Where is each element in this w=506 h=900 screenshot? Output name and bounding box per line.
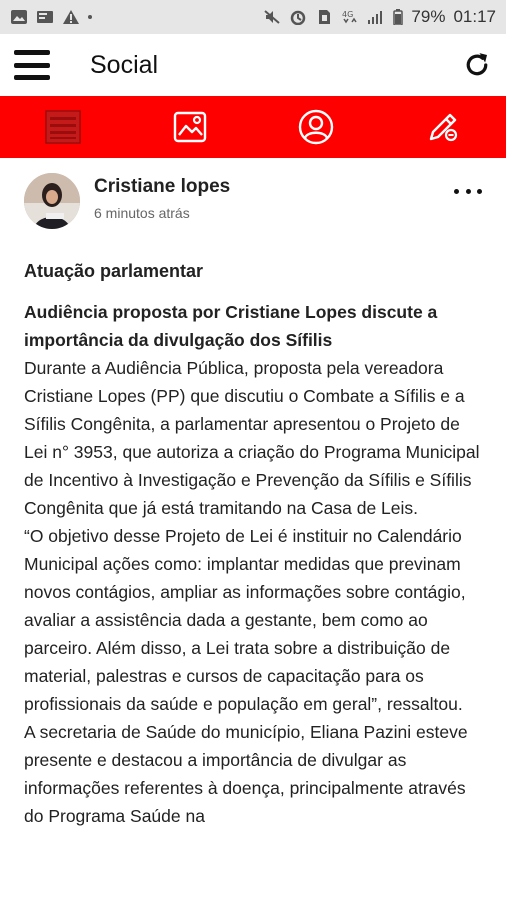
post-subheading: Audiência proposta por Cristiane Lopes d… xyxy=(24,302,438,350)
status-bar: 4G 79% 01:17 xyxy=(0,0,506,34)
notification-dot xyxy=(88,15,92,19)
more-options-icon[interactable] xyxy=(454,181,482,201)
tab-gallery[interactable] xyxy=(127,96,254,158)
post-paragraph-2: “O objetivo desse Projeto de Lei é insti… xyxy=(24,526,466,714)
refresh-icon[interactable] xyxy=(462,50,492,80)
mute-icon xyxy=(264,10,281,24)
status-left xyxy=(10,9,92,25)
page-title: Social xyxy=(90,50,159,79)
tab-feed[interactable] xyxy=(0,96,127,158)
post-timestamp: 6 minutos atrás xyxy=(94,204,190,221)
cast-icon xyxy=(37,11,53,23)
post-heading: Atuação parlamentar xyxy=(24,261,204,281)
avatar[interactable] xyxy=(24,173,80,229)
menu-icon[interactable] xyxy=(14,50,50,80)
signal-icon xyxy=(368,11,383,24)
post-paragraph-1: Durante a Audiência Pública, proposta pe… xyxy=(24,358,480,518)
sim-icon xyxy=(319,10,331,24)
image-icon xyxy=(11,10,27,24)
post-paragraph-3: A secretaria de Saúde do município, Elia… xyxy=(24,722,468,826)
post-card: Cristiane lopes 6 minutos atrás Atuação … xyxy=(0,158,506,900)
warning-icon xyxy=(63,10,79,24)
app-bar: Social xyxy=(0,34,506,96)
edit-icon xyxy=(429,113,457,142)
battery-icon xyxy=(393,9,404,25)
status-right: 4G 79% 01:17 xyxy=(263,7,496,27)
tab-bar xyxy=(0,96,506,158)
profile-icon xyxy=(299,109,334,145)
list-icon xyxy=(45,110,81,144)
post-header: Cristiane lopes 6 minutos atrás xyxy=(24,158,482,244)
tab-profile[interactable] xyxy=(253,96,380,158)
battery-percent: 79% xyxy=(411,7,446,26)
svg-text:4G: 4G xyxy=(342,10,353,19)
author-name[interactable]: Cristiane lopes xyxy=(94,176,454,198)
tab-edit[interactable] xyxy=(380,96,506,158)
author-block: Cristiane lopes 6 minutos atrás xyxy=(94,176,454,221)
alarm-icon xyxy=(291,10,306,25)
clock: 01:17 xyxy=(453,7,496,26)
network-4g-icon: 4G xyxy=(342,10,358,24)
gallery-icon xyxy=(173,111,206,143)
